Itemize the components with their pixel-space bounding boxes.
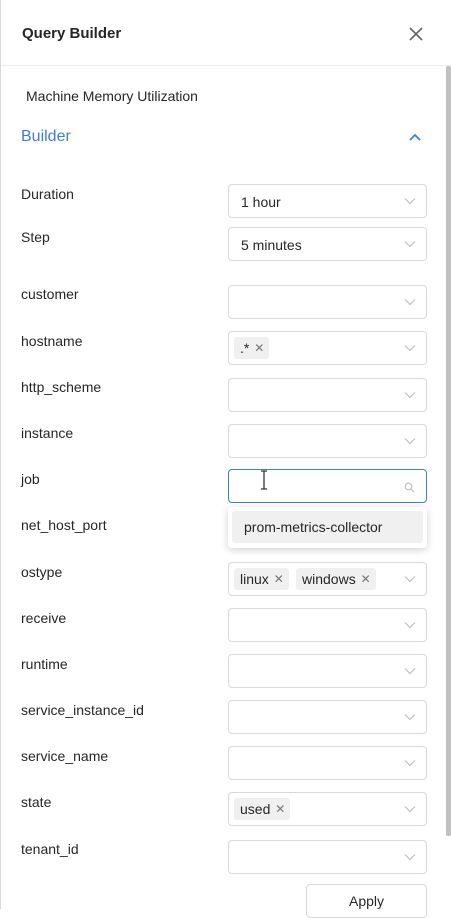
receive-select[interactable]: [228, 608, 427, 642]
tag-label: .*: [240, 340, 250, 356]
chevron-down-icon: [404, 576, 416, 583]
chevron-down-icon: [404, 714, 416, 721]
instance-select[interactable]: [228, 424, 427, 458]
field-label-customer: customer: [21, 286, 79, 302]
tag-label: windows: [302, 571, 356, 587]
ostype-select[interactable]: linux ✕ windows ✕: [228, 562, 427, 596]
tag-label: used: [240, 801, 271, 817]
chevron-down-icon: [404, 299, 416, 306]
field-label-runtime: runtime: [21, 656, 68, 672]
tag-label: linux: [240, 571, 269, 587]
panel-header: Query Builder: [1, 0, 451, 66]
http-scheme-select[interactable]: [228, 378, 427, 412]
tag: linux ✕: [234, 568, 289, 590]
chevron-up-icon[interactable]: [407, 131, 423, 143]
field-label-hostname: hostname: [21, 333, 83, 349]
chevron-down-icon: [404, 392, 416, 399]
field-label-service-instance-id: service_instance_id: [21, 702, 144, 718]
service-name-select[interactable]: [228, 746, 427, 780]
field-label-state: state: [21, 794, 52, 810]
search-icon: [404, 482, 415, 493]
chevron-down-icon: [404, 241, 416, 248]
field-label-net-host-port: net_host_port: [21, 517, 107, 533]
panel-left-border: [0, 0, 1, 909]
job-dropdown: prom-metrics-collector: [228, 507, 427, 548]
remove-tag-icon[interactable]: ✕: [275, 798, 285, 820]
chevron-down-icon: [404, 345, 416, 352]
step-value: 5 minutes: [241, 237, 302, 253]
field-label-ostype: ostype: [21, 564, 63, 580]
state-select[interactable]: used ✕: [228, 792, 427, 826]
field-label-job: job: [21, 471, 40, 487]
builder-section-title[interactable]: Builder: [21, 128, 71, 146]
close-icon[interactable]: [406, 24, 426, 44]
dropdown-option-label: prom-metrics-collector: [244, 519, 383, 535]
chevron-down-icon: [404, 198, 416, 205]
tag: windows ✕: [296, 568, 376, 590]
duration-value: 1 hour: [241, 194, 281, 210]
tag: used ✕: [234, 798, 291, 820]
panel-title: Query Builder: [22, 25, 122, 42]
remove-tag-icon[interactable]: ✕: [274, 568, 284, 590]
field-label-tenant-id: tenant_id: [21, 841, 79, 857]
step-select[interactable]: 5 minutes: [228, 227, 427, 261]
dropdown-option[interactable]: prom-metrics-collector: [232, 511, 423, 543]
field-label-http-scheme: http_scheme: [21, 379, 102, 395]
field-label-service-name: service_name: [21, 748, 109, 764]
scrollbar-thumb[interactable]: [446, 66, 451, 836]
chevron-down-icon: [404, 854, 416, 861]
field-label-duration: Duration: [21, 186, 74, 202]
apply-button[interactable]: Apply: [306, 884, 427, 918]
chevron-down-icon: [404, 438, 416, 445]
tenant-id-select[interactable]: [228, 840, 427, 874]
chevron-down-icon: [404, 668, 416, 675]
customer-select[interactable]: [228, 285, 427, 319]
hostname-select[interactable]: .* ✕: [228, 331, 427, 365]
service-instance-id-select[interactable]: [228, 700, 427, 734]
field-label-receive: receive: [21, 610, 67, 626]
chevron-down-icon: [404, 622, 416, 629]
field-label-step: Step: [21, 229, 50, 245]
duration-select[interactable]: 1 hour: [228, 184, 427, 218]
remove-tag-icon[interactable]: ✕: [361, 568, 371, 590]
chevron-down-icon: [404, 760, 416, 767]
runtime-select[interactable]: [228, 654, 427, 688]
chevron-down-icon: [404, 806, 416, 813]
field-label-instance: instance: [21, 425, 74, 441]
query-name: Machine Memory Utilization: [26, 88, 198, 104]
tag: .* ✕: [234, 337, 270, 359]
text-cursor-icon: [261, 470, 267, 490]
remove-tag-icon[interactable]: ✕: [254, 337, 264, 359]
